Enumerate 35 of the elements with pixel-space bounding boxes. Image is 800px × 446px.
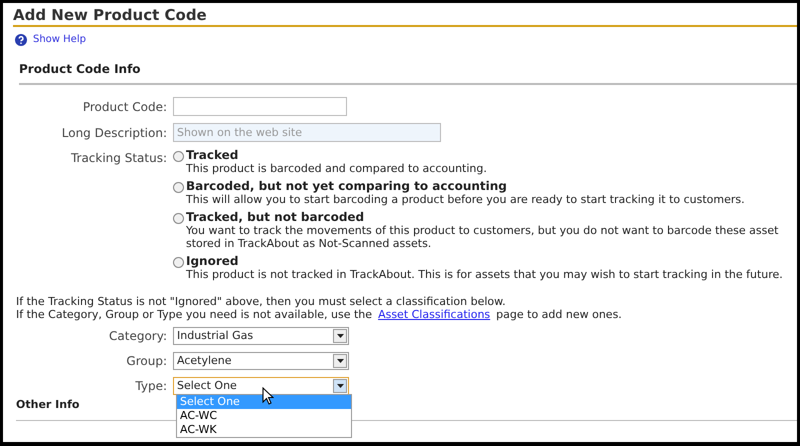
radio-button[interactable]	[173, 213, 184, 224]
select-field[interactable]: Industrial Gas	[173, 327, 349, 345]
select-field[interactable]: Select One	[173, 377, 349, 395]
option-description: This product is not tracked in TrackAbout. This is for assets that you may wish to start tracking in the future.	[186, 268, 783, 281]
field-label: Type:	[134, 378, 168, 395]
section-heading: Other Info	[16, 397, 80, 413]
field-label: Long Description:	[60, 124, 168, 142]
option-title: Barcoded, but not yet comparing to accounting	[186, 180, 508, 193]
text-field[interactable]	[173, 97, 347, 116]
page-title: Add New Product Code	[13, 5, 208, 25]
instruction-text: page to add new ones.	[496, 308, 622, 321]
asset-classifications-link[interactable]: Asset Classifications	[378, 308, 490, 321]
option-title: Ignored	[186, 255, 240, 268]
show-help-link[interactable]: Show Help	[33, 32, 86, 47]
dropdown-option[interactable]: AC-WK	[177, 423, 351, 437]
select-field[interactable]: Acetylene	[173, 352, 349, 370]
field-label: Group:	[125, 353, 168, 370]
instruction-text: If the Tracking Status is not "Ignored" above, then you must select a classification below.	[16, 295, 507, 308]
text-field[interactable]: Shown on the web site	[173, 123, 441, 142]
instruction-text: If the Category, Group or Type you need is not available, use the	[16, 308, 372, 321]
option-title: Tracked, but not barcoded	[186, 211, 366, 224]
help-icon[interactable]	[15, 34, 27, 46]
radio-button[interactable]	[173, 257, 184, 268]
field-label: Tracking Status:	[70, 150, 168, 167]
option-description: You want to track the movements of this product to customers, but you do not want to barcode these asset	[186, 224, 778, 237]
option-description: This will allow you to start barcoding a product before you are ready to start tracking it to customers.	[186, 193, 745, 206]
section-heading: Product Code Info	[18, 61, 142, 78]
option-title: Tracked	[186, 149, 240, 162]
field-label: Product Code:	[82, 98, 168, 116]
option-description: stored in TrackAbout as Not-Scanned assets.	[186, 237, 432, 250]
radio-button[interactable]	[173, 182, 184, 193]
option-description: This product is barcoded and compared to accounting.	[186, 162, 487, 175]
field-label: Category:	[108, 328, 168, 345]
radio-button[interactable]	[173, 151, 184, 162]
dropdown-option[interactable]: AC-WC	[177, 409, 351, 423]
